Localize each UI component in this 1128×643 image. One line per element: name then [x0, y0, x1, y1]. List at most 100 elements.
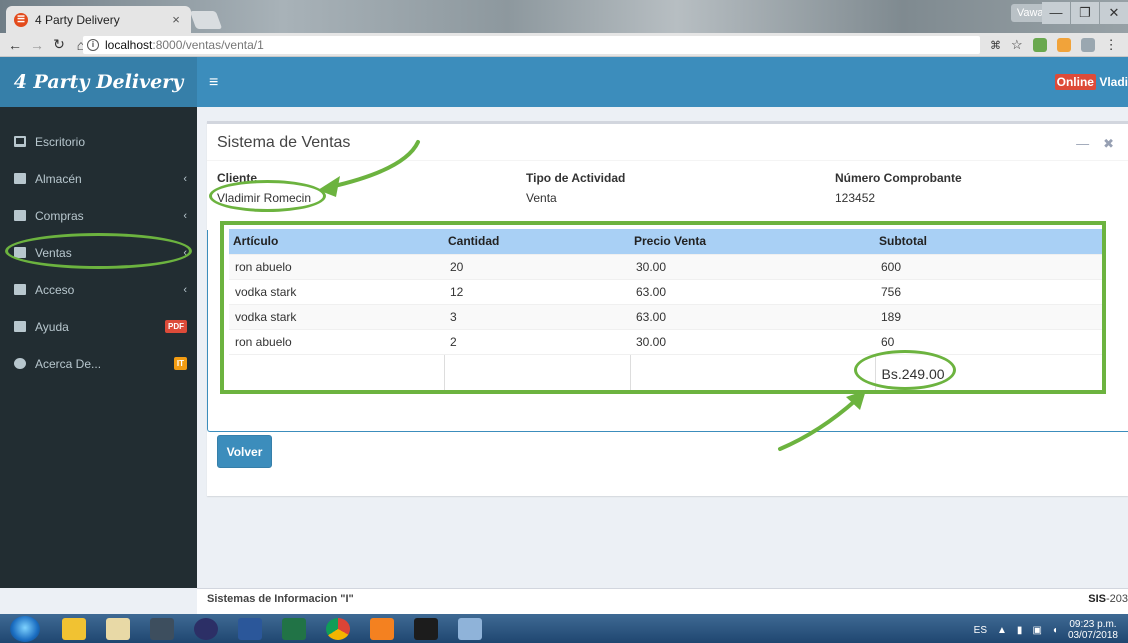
start-button[interactable]	[10, 615, 40, 642]
info-circle-icon	[14, 358, 26, 369]
box-tools: — ✖	[1076, 136, 1114, 152]
footer-version-number: -203	[1105, 593, 1128, 605]
excel-icon[interactable]	[282, 617, 306, 640]
chevron-left-icon: ‹	[183, 209, 187, 222]
user-menu[interactable]: Online Vladi	[1054, 74, 1128, 90]
page-title: Sistema de Ventas	[217, 134, 351, 151]
footer-credits: Sistemas de Informacion "I"	[207, 593, 354, 605]
sidebar-item-label: Acceso	[35, 282, 75, 297]
windows-taskbar: ES ▲ ▮ ▣ ◖ 09:23 p.m. 03/07/2018	[0, 614, 1128, 643]
address-bar[interactable]: i localhost:8000/ventas/venta/1	[83, 36, 980, 54]
sublime-text-icon[interactable]	[370, 617, 394, 640]
table-cell: 756	[875, 278, 1105, 304]
sidebar: Escritorio Almacén ‹ Compras ‹ Ventas ‹ …	[0, 107, 197, 588]
sidebar-item-ventas[interactable]: Ventas ‹	[0, 234, 197, 271]
reload-icon[interactable]: ↻	[48, 36, 70, 53]
remove-icon[interactable]: ✖	[1103, 136, 1114, 152]
column-header-precio-venta: Precio Venta	[630, 229, 875, 254]
sidebar-item-acerca-de[interactable]: Acerca De... IT	[0, 345, 197, 382]
table-cell	[443, 353, 630, 394]
maximize-window-button[interactable]: ❐	[1071, 2, 1099, 24]
tipo-actividad-value: Venta	[526, 191, 557, 205]
table-cell	[229, 353, 444, 394]
hamburger-menu-icon[interactable]: ≡	[209, 74, 218, 92]
close-window-button[interactable]: ✕	[1100, 2, 1128, 24]
file-explorer-icon[interactable]	[106, 617, 130, 640]
bookmark-star-icon[interactable]: ☆	[1011, 37, 1023, 53]
chrome-icon[interactable]	[326, 617, 350, 640]
language-indicator[interactable]: ES	[974, 625, 987, 636]
command-prompt-icon[interactable]	[414, 617, 438, 640]
translate-icon[interactable]: ⌘	[990, 39, 1001, 52]
column-header-cantidad: Cantidad	[444, 229, 630, 254]
column-header-articulo: Artículo	[229, 229, 444, 254]
back-arrow-icon[interactable]: ←	[4, 37, 26, 53]
table-cell: 30.00	[630, 253, 875, 279]
table-cell: 63.00	[630, 278, 875, 304]
sidebar-item-almacen[interactable]: Almacén ‹	[0, 160, 197, 197]
outlook-icon[interactable]	[62, 617, 86, 640]
extension-icon[interactable]	[1080, 38, 1095, 52]
sidebar-item-compras[interactable]: Compras ‹	[0, 197, 197, 234]
pdf-badge: PDF	[165, 320, 187, 333]
extension-icon[interactable]	[1056, 38, 1071, 52]
chevron-left-icon: ‹	[183, 246, 187, 259]
table-cell: 3	[444, 303, 630, 329]
paint-icon[interactable]	[458, 617, 482, 640]
table-row: vodka stark 3 63.00 189	[229, 303, 1105, 329]
table-cell: 189	[875, 303, 1105, 329]
clock-time: 09:23 p.m.	[1069, 619, 1117, 630]
url-path: :8000/ventas/venta/1	[152, 38, 264, 52]
main-header: ≡ Online Vladi	[197, 57, 1128, 107]
browser-tab[interactable]: ☰ 4 Party Delivery ×	[6, 6, 191, 33]
browser-toolbar: ← → ↻ ⌂ i localhost:8000/ventas/venta/1 …	[0, 33, 1128, 57]
volver-button[interactable]: Volver	[217, 435, 272, 468]
table-cell: 600	[875, 253, 1105, 279]
desktop-icon	[14, 136, 26, 147]
site-info-icon[interactable]: i	[87, 39, 99, 51]
detail-table: Artículo Cantidad Precio Venta Subtotal …	[229, 229, 1105, 394]
sidebar-item-label: Almacén	[35, 171, 82, 186]
app-logo[interactable]: 4 Party Delivery	[0, 57, 197, 107]
network-icon[interactable]: ▣	[1032, 625, 1041, 636]
menu-kebab-icon[interactable]: ⋮	[1105, 37, 1118, 53]
sidebar-item-label: Ayuda	[35, 319, 69, 334]
sidebar-item-ayuda[interactable]: Ayuda PDF	[0, 308, 197, 345]
sidebar-item-label: Ventas	[35, 245, 72, 260]
table-icon	[14, 173, 26, 184]
favicon-icon: ☰	[14, 12, 28, 27]
clock[interactable]: 09:23 p.m. 03/07/2018	[1068, 619, 1118, 641]
logo-text: 4 Party Delivery	[13, 71, 184, 93]
word-icon[interactable]	[238, 617, 262, 640]
sidebar-item-acceso[interactable]: Acceso ‹	[0, 271, 197, 308]
signal-icon[interactable]: ▮	[1017, 625, 1023, 636]
tab-close-icon[interactable]: ×	[169, 12, 183, 27]
forward-arrow-icon[interactable]: →	[26, 37, 48, 53]
collapse-icon[interactable]: —	[1076, 136, 1089, 152]
browser-titlebar: ☰ 4 Party Delivery × Vawar — ❐ ✕	[0, 0, 1128, 33]
table-cell: 2	[444, 328, 630, 354]
eclipse-icon[interactable]	[194, 617, 218, 640]
minimize-window-button[interactable]: —	[1042, 2, 1070, 24]
footer-version: SIS-203	[1088, 593, 1128, 605]
new-tab-button[interactable]	[189, 11, 223, 29]
tipo-actividad-label: Tipo de Actividad	[526, 171, 626, 185]
table-row: vodka stark 12 63.00 756	[229, 278, 1105, 304]
tray-expand-icon[interactable]: ▲	[997, 625, 1007, 636]
volume-icon[interactable]: ◖	[1052, 625, 1058, 636]
money-icon	[14, 210, 26, 221]
table-cell: ron abuelo	[229, 253, 444, 279]
folder-icon	[14, 284, 26, 295]
tab-title: 4 Party Delivery	[35, 12, 120, 27]
online-badge: Online	[1054, 74, 1096, 90]
extension-icon[interactable]	[1032, 38, 1047, 52]
sidebar-item-escritorio[interactable]: Escritorio	[0, 123, 197, 160]
box-divider	[207, 160, 1128, 161]
virtualbox-icon[interactable]	[150, 617, 174, 640]
table-cell: 30.00	[630, 328, 875, 354]
table-cell: 63.00	[630, 303, 875, 329]
table-row: ron abuelo 20 30.00 600	[229, 253, 1105, 279]
table-cell	[629, 353, 875, 394]
sidebar-item-label: Acerca De...	[35, 356, 102, 371]
username: Vladi	[1099, 75, 1128, 89]
